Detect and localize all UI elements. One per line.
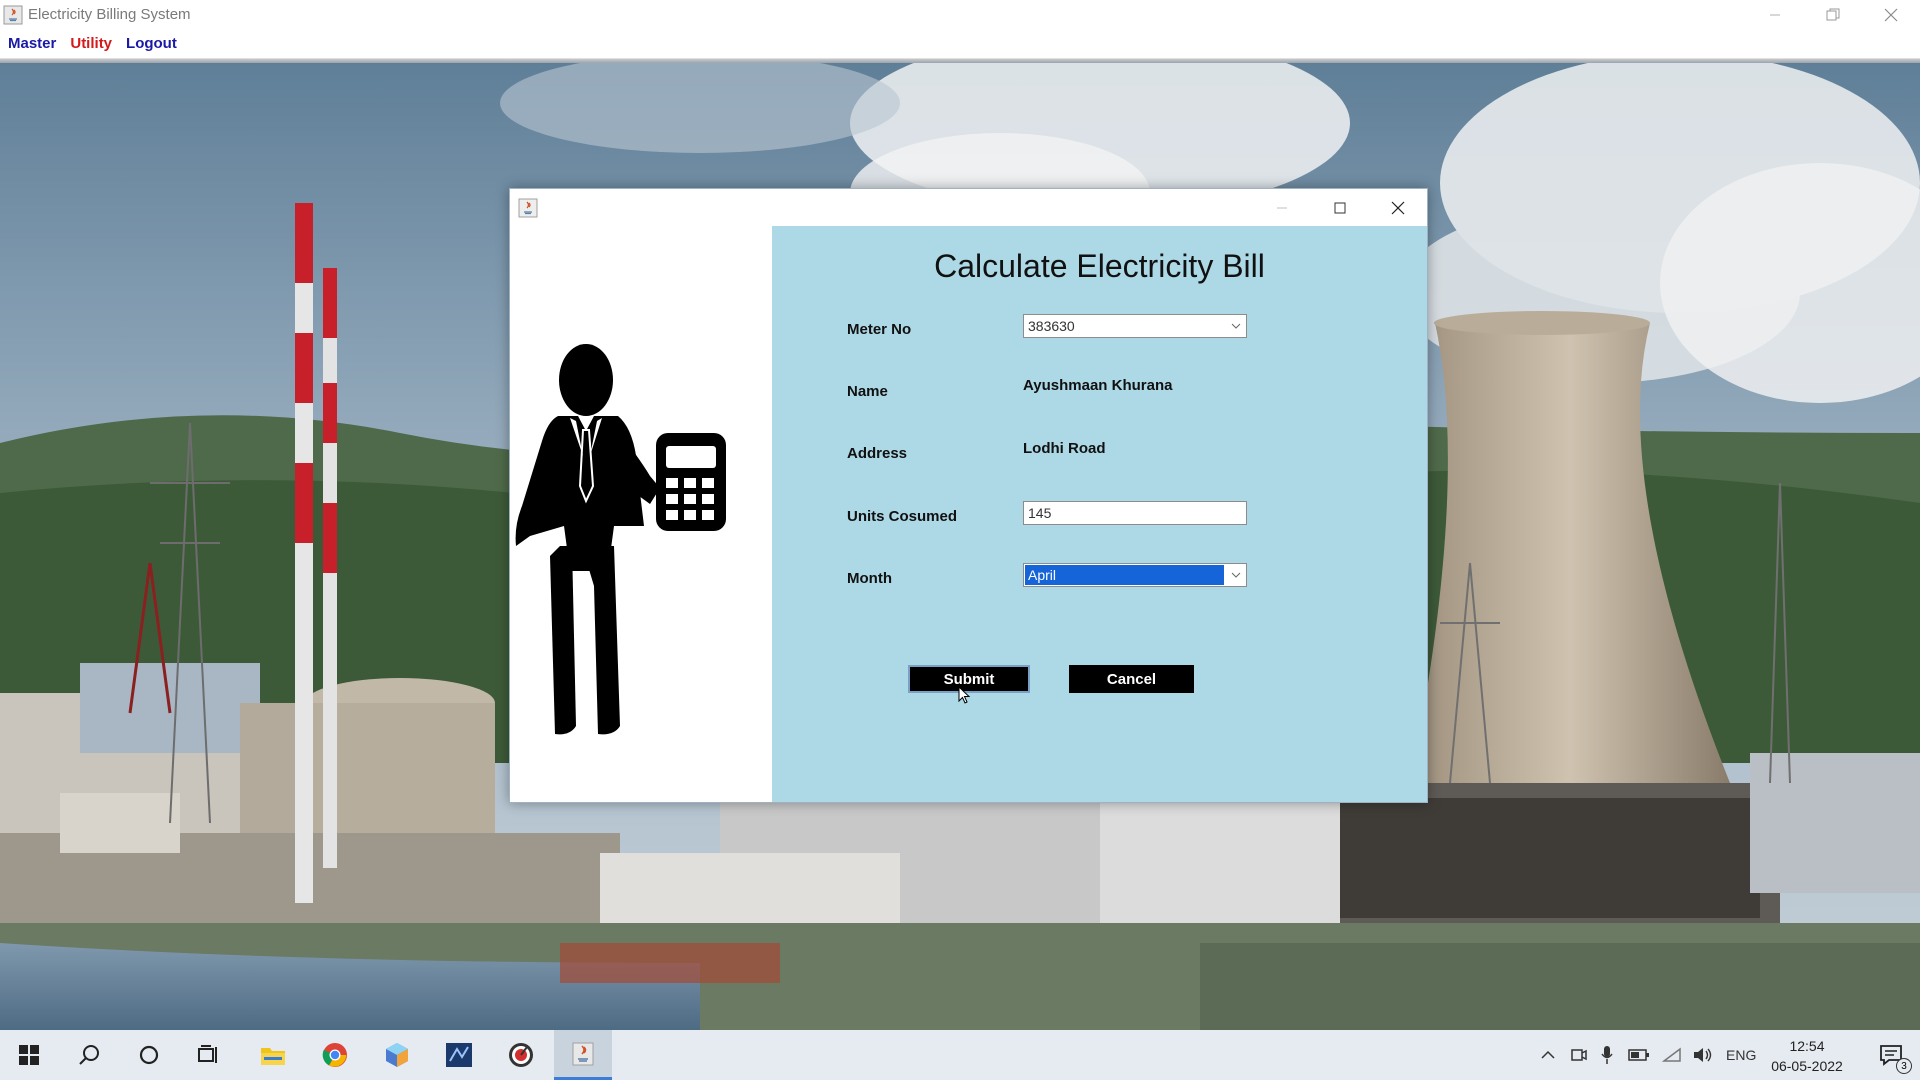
search-icon xyxy=(79,1045,99,1065)
restore-icon xyxy=(1826,8,1840,20)
menu-logout[interactable]: Logout xyxy=(126,35,177,52)
task-view-button[interactable] xyxy=(180,1030,238,1080)
app-button-cube[interactable] xyxy=(368,1030,426,1080)
chrome-button[interactable] xyxy=(306,1030,364,1080)
app-button-java[interactable] xyxy=(554,1030,612,1080)
cube-app-icon xyxy=(386,1043,408,1067)
units-consumed-label: Units Cosumed xyxy=(847,508,958,525)
clock-time: 12:54 xyxy=(1789,1038,1825,1054)
menu-master[interactable]: Master xyxy=(8,35,56,52)
bill-form-panel: Calculate Electricity Bill Meter No 3836… xyxy=(772,226,1427,802)
microphone-icon[interactable] xyxy=(1600,1045,1614,1065)
close-button[interactable] xyxy=(1862,0,1920,29)
language-indicator[interactable]: ENG xyxy=(1726,1047,1756,1063)
menu-utility[interactable]: Utility xyxy=(70,35,112,52)
app-button-ide[interactable] xyxy=(430,1030,488,1080)
battery-icon[interactable] xyxy=(1628,1048,1650,1062)
meter-no-value: 383630 xyxy=(1028,318,1075,334)
month-select[interactable]: April xyxy=(1023,563,1247,587)
address-value: Lodhi Road xyxy=(1023,440,1106,457)
system-tray: ENG xyxy=(1540,1030,1766,1080)
task-view-icon xyxy=(198,1045,217,1063)
java-app-icon xyxy=(518,198,538,218)
chrome-icon xyxy=(322,1043,347,1067)
address-label: Address xyxy=(847,445,908,462)
chevron-up-icon[interactable] xyxy=(1540,1050,1556,1060)
search-button[interactable] xyxy=(60,1030,118,1080)
taskbar: ENG 12:54 06-05-2022 3 xyxy=(0,1030,1920,1080)
name-label: Name xyxy=(847,383,888,400)
windows-logo-icon xyxy=(19,1045,39,1065)
clock[interactable]: 12:54 06-05-2022 xyxy=(1757,1036,1857,1076)
menu-bar: Master Utility Logout xyxy=(0,29,1920,59)
notification-count: 3 xyxy=(1896,1058,1912,1074)
dialog-close-button[interactable] xyxy=(1369,189,1427,226)
close-icon xyxy=(1391,201,1405,214)
units-consumed-input[interactable] xyxy=(1023,501,1247,525)
clock-date: 06-05-2022 xyxy=(1771,1058,1843,1074)
chevron-down-icon xyxy=(1226,564,1246,586)
month-value: April xyxy=(1024,564,1225,586)
volume-icon[interactable] xyxy=(1692,1046,1714,1064)
notification-center-button[interactable]: 3 xyxy=(1862,1030,1920,1080)
mouse-cursor-icon xyxy=(958,686,971,704)
cancel-button[interactable]: Cancel xyxy=(1069,665,1194,693)
app-titlebar: Electricity Billing System xyxy=(0,0,1920,29)
chevron-down-icon xyxy=(1226,315,1246,337)
meter-no-label: Meter No xyxy=(847,321,912,338)
meter-no-select[interactable]: 383630 xyxy=(1023,314,1247,338)
illustration-panel xyxy=(510,226,772,802)
cortana-icon xyxy=(139,1045,159,1065)
folder-icon xyxy=(261,1048,285,1065)
ide-app-icon xyxy=(446,1043,472,1067)
java-app-icon xyxy=(572,1042,594,1065)
dialog-heading: Calculate Electricity Bill xyxy=(934,248,1265,284)
start-button[interactable] xyxy=(0,1030,58,1080)
maximize-icon xyxy=(1334,202,1346,213)
screen-recorder-icon xyxy=(509,1043,533,1067)
minimize-icon xyxy=(1277,207,1287,208)
meet-now-icon[interactable] xyxy=(1570,1046,1588,1064)
calculate-bill-dialog: Calculate Electricity Bill Meter No 3836… xyxy=(509,188,1428,803)
minimize-button[interactable] xyxy=(1746,0,1804,29)
java-app-icon xyxy=(3,5,23,24)
month-label: Month xyxy=(847,570,892,587)
dialog-minimize-button[interactable] xyxy=(1253,189,1311,226)
app-window-title: Electricity Billing System xyxy=(28,6,191,23)
dialog-maximize-button[interactable] xyxy=(1311,189,1369,226)
dialog-titlebar xyxy=(510,189,1427,226)
cortana-button[interactable] xyxy=(120,1030,178,1080)
file-explorer-button[interactable] xyxy=(244,1030,302,1080)
restore-button[interactable] xyxy=(1804,0,1862,29)
businessman-calculator-icon xyxy=(515,344,726,735)
minimize-icon xyxy=(1770,14,1780,15)
app-button-recorder[interactable] xyxy=(492,1030,550,1080)
name-value: Ayushmaan Khurana xyxy=(1023,377,1173,394)
wifi-icon[interactable] xyxy=(1662,1047,1682,1063)
close-icon xyxy=(1884,8,1898,21)
